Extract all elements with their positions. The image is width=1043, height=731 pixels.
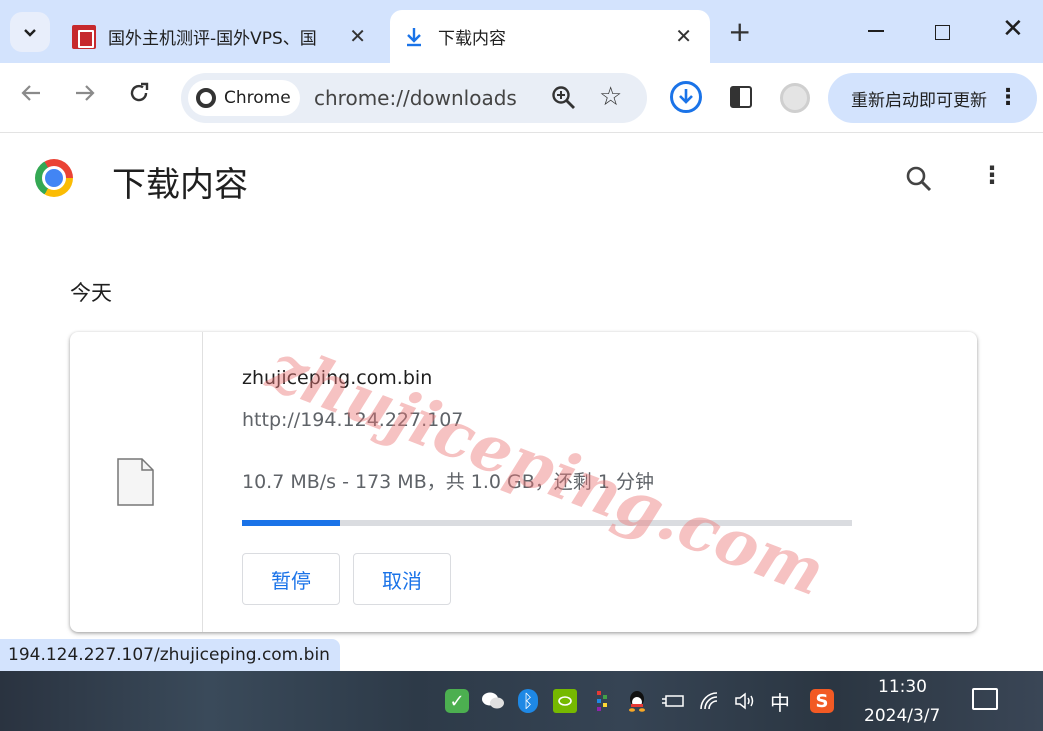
side-panel-icon[interactable] (730, 86, 752, 108)
file-icon (117, 458, 154, 506)
search-icon[interactable] (905, 165, 933, 197)
url-text[interactable]: chrome://downloads (314, 86, 517, 110)
update-button[interactable]: 重新启动即可更新 ⋮ (828, 73, 1037, 123)
chrome-logo-icon (35, 159, 73, 197)
close-icon[interactable]: ✕ (349, 24, 366, 48)
source-url[interactable]: http://194.124.227.107 (242, 409, 463, 431)
wechat-icon[interactable] (481, 689, 505, 713)
progress-fill (242, 520, 340, 526)
file-name[interactable]: zhujiceping.com.bin (242, 367, 432, 389)
minimize-icon[interactable] (868, 30, 884, 32)
tab-strip: 国外主机测评-国外VPS、国 ✕ 下载内容 ✕ + ✕ (0, 0, 1043, 63)
more-vert-icon[interactable]: ⋮ (997, 86, 1019, 110)
power-plug-icon[interactable] (661, 689, 685, 713)
chevron-down-icon (24, 29, 36, 37)
toolbar: Chrome chrome://downloads ☆ 重新启动即可更新 ⋮ (0, 63, 1043, 133)
new-tab-plus-icon[interactable]: + (728, 18, 751, 46)
window-close-icon[interactable]: ✕ (1002, 14, 1024, 44)
tab-downloads[interactable]: 下载内容 ✕ (390, 10, 710, 63)
ime-indicator[interactable]: 中 (768, 689, 792, 715)
progress-bar (242, 520, 852, 526)
color-app-icon[interactable] (590, 689, 614, 713)
tab-zhujiceping[interactable]: 国外主机测评-国外VPS、国 ✕ (62, 10, 384, 63)
more-vert-icon[interactable]: ⋮ (980, 163, 1004, 187)
zoom-icon[interactable] (551, 85, 577, 115)
page-title: 下载内容 (112, 165, 248, 205)
clock-date[interactable]: 2024/3/7 (864, 706, 940, 726)
download-item: zhujiceping.com.bin http://194.124.227.1… (70, 332, 977, 632)
tab-title: 国外主机测评-国外VPS、国 (108, 29, 317, 49)
divider (202, 332, 203, 632)
downloads-header: 下载内容 ⋮ (0, 133, 1043, 228)
chrome-icon (196, 88, 216, 108)
reload-icon[interactable] (128, 81, 150, 111)
security-check-icon[interactable]: ✓ (445, 689, 469, 713)
forward-arrow-icon[interactable] (74, 81, 96, 111)
profile-avatar[interactable] (780, 83, 810, 113)
cancel-button[interactable]: 取消 (353, 553, 451, 605)
pause-button[interactable]: 暂停 (242, 553, 340, 605)
download-status: 10.7 MB/s - 173 MB，共 1.0 GB，还剩 1 分钟 (242, 471, 654, 493)
back-arrow-icon[interactable] (20, 81, 42, 111)
site-favicon-icon (72, 24, 96, 49)
sogou-icon[interactable]: S (810, 689, 834, 713)
tab-search-button[interactable] (10, 12, 50, 52)
address-bar[interactable]: Chrome chrome://downloads ☆ (181, 73, 647, 123)
clock-time[interactable]: 11:30 (878, 677, 927, 697)
update-label: 重新启动即可更新 (851, 90, 987, 111)
qq-icon[interactable] (625, 689, 649, 713)
site-info-chip[interactable]: Chrome (188, 80, 300, 116)
notification-icon[interactable] (972, 688, 998, 710)
date-group-label: 今天 (70, 281, 112, 305)
chip-label: Chrome (224, 88, 291, 108)
maximize-icon[interactable] (935, 25, 950, 40)
bluetooth-icon[interactable]: ᛒ (518, 689, 538, 713)
bookmark-star-icon[interactable]: ☆ (599, 82, 622, 112)
downloads-toolbar-icon[interactable] (670, 81, 702, 113)
close-icon[interactable]: ✕ (675, 24, 692, 48)
tab-title: 下载内容 (438, 29, 506, 49)
status-bubble: 194.124.227.107/zhujiceping.com.bin (0, 639, 340, 671)
nvidia-icon[interactable] (553, 689, 577, 713)
wifi-icon[interactable] (698, 689, 722, 713)
download-icon (402, 25, 426, 49)
volume-icon[interactable] (733, 689, 757, 713)
